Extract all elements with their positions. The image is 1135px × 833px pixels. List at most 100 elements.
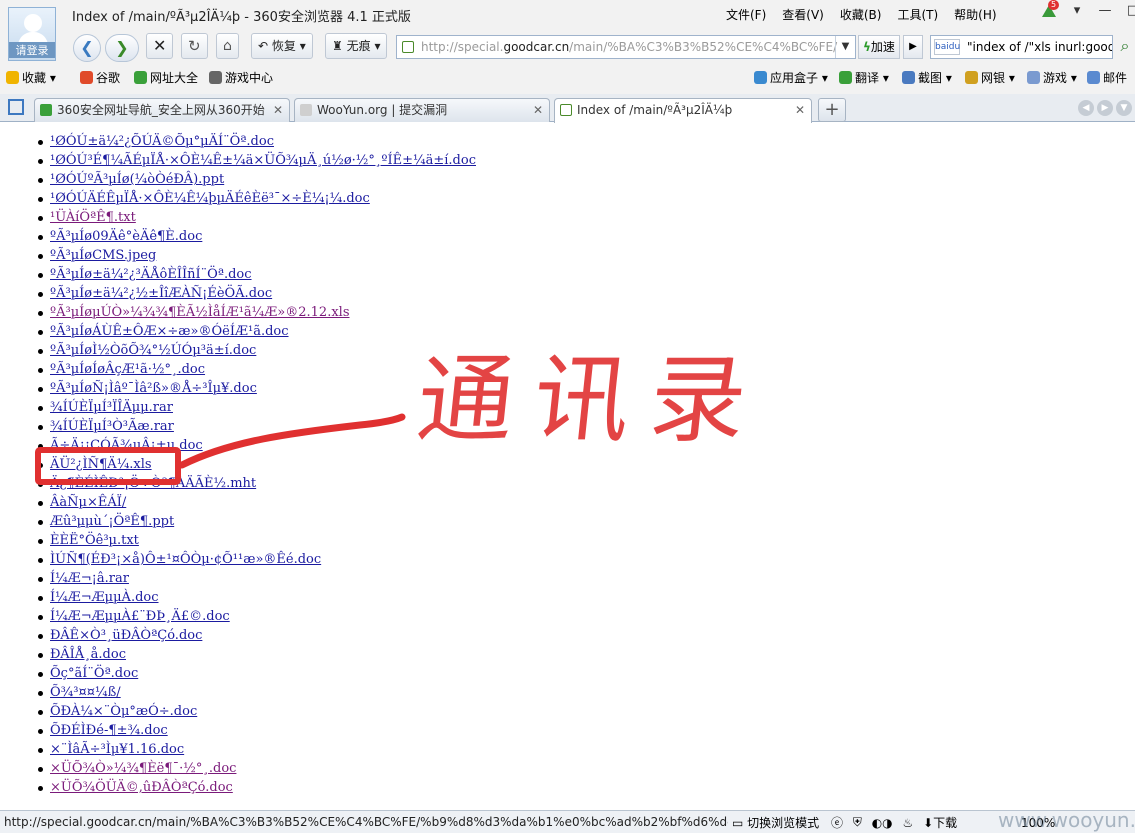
new-tab-button[interactable]: + xyxy=(818,98,846,122)
ie-icon[interactable]: ⓔ xyxy=(831,814,843,831)
file-link[interactable]: Ä¿¶ÈÉÌÊÐ³¡Ö÷Òª¶ÀÄÃÈ½.mht xyxy=(50,476,256,491)
file-link[interactable]: ÂàÑµ×ÊÁÏ/ xyxy=(50,495,126,510)
file-link[interactable]: ÕÐÉÌÐé-¶±¾.doc xyxy=(50,723,168,738)
skin-icon[interactable]: ▾ xyxy=(1068,3,1086,19)
back-button[interactable]: ❮ xyxy=(73,34,101,62)
file-link[interactable]: ¹ØÓÚ³É¶¼ÃÉµÏÅ·×ÔÈ¼Ê±¼ä×ÜÕ¾µÄ¸ú½ø·½°¸ºÍÊ±… xyxy=(50,153,476,168)
tab-close-icon[interactable]: ✕ xyxy=(273,99,283,121)
bell-icon[interactable]: ♨ xyxy=(902,816,913,830)
speed-button[interactable]: ϟ加速 xyxy=(858,35,900,59)
ebank-button[interactable]: 网银 ▾ xyxy=(965,69,1015,86)
tab-index-of[interactable]: Index of /main/ºÃ³µ2ÎÄ¼þ ✕ xyxy=(554,98,812,123)
games-button[interactable]: 游戏 ▾ xyxy=(1027,69,1077,86)
minimize-button[interactable]: — xyxy=(1096,3,1114,19)
menu-view[interactable]: 查看(V) xyxy=(782,6,824,23)
file-link[interactable]: ºÃ³µÍøÁÙÊ±ÔÆ×÷æ»®ÓëÍÆ¹ã.doc xyxy=(50,324,289,339)
forward-button[interactable]: ❯ xyxy=(105,34,139,62)
file-link[interactable]: ¾ÍÚÈÏµÍ³Ò³Ãæ.rar xyxy=(50,419,174,434)
shield-icon[interactable]: ⛨ xyxy=(853,815,862,830)
file-link[interactable]: Ã÷Ä¡¡ÇÓÃ¾µÂ¡±µ.doc xyxy=(50,438,203,453)
file-link[interactable]: ¹ØÓÚ±ä¼²¿ÕÚÄ©Õµ°µÄÍ¨Öª.doc xyxy=(50,134,274,149)
file-link[interactable]: ¹ÜÀíÖªÊ¶.txt xyxy=(50,210,136,225)
update-icon[interactable]: 5 xyxy=(1040,0,1060,19)
tab-left-icon[interactable]: ◀ xyxy=(1078,100,1094,116)
file-link[interactable]: ÌÚÑ¶(ÉÐ³¡×å)Ô±¹¤Ô­Òµ·¢Õ¹¹æ»®Êé.doc xyxy=(50,552,321,567)
tab-close-icon[interactable]: ✕ xyxy=(533,99,543,121)
tab-list-icon[interactable]: ▼ xyxy=(1116,100,1132,116)
list-item: ºÃ³µÍøCMS.jpeg xyxy=(36,246,476,265)
address-bar[interactable]: http://special.goodcar.cn/main/%BA%C3%B3… xyxy=(396,35,856,59)
menu-tools[interactable]: 工具(T) xyxy=(897,6,938,23)
file-link[interactable]: ÕÐÀ¼×¨Òµ°æÓ÷.doc xyxy=(50,704,197,719)
translate-icon xyxy=(839,71,852,84)
fav-game-center[interactable]: 游戏中心 xyxy=(209,69,273,86)
file-link[interactable]: ºÃ³µÍøµÚÒ»¼¾¾¶ÈÃ½ÌåÍÆ¹ã¼Æ»®2.12.xls xyxy=(50,305,350,320)
file-link[interactable]: ÐÂÊ×Ò³¸üÐÂÒªÇó.doc xyxy=(50,628,202,643)
file-link[interactable]: ¹ØÓÚºÃ³µÍø(¼òÒéÐÂ).ppt xyxy=(50,172,224,187)
tab-close-icon[interactable]: ✕ xyxy=(795,99,805,121)
stop-button[interactable]: ✕ xyxy=(146,33,174,59)
home-button[interactable]: ⌂ xyxy=(216,33,239,59)
file-link[interactable]: ÐÂÎÅ¸å.doc xyxy=(50,647,126,662)
file-link[interactable]: Õç°ãÍ¨Öª.doc xyxy=(50,666,138,681)
file-link[interactable]: ºÃ³µÍøCMS.jpeg xyxy=(50,248,156,263)
tab-wooyun[interactable]: WooYun.org | 提交漏洞 ✕ xyxy=(294,98,550,122)
file-link[interactable]: ÄÜ²¿ÌÑ¶Ä¼.xls xyxy=(50,457,152,472)
file-link[interactable]: ºÃ³µÍøÑ¡Ìâº¯Ìâ²ß»®Å÷³Îµ¥.doc xyxy=(50,381,257,396)
tab-360-nav[interactable]: 360安全网址导航_安全上网从360开始 ✕ xyxy=(34,98,290,122)
address-url[interactable]: http://special.goodcar.cn/main/%BA%C3%B3… xyxy=(421,40,837,54)
list-item: ºÃ³µÍøÍøÂçÆ¹ã·½°¸.doc xyxy=(36,360,476,379)
star-icon xyxy=(6,71,19,84)
fav-url-directory[interactable]: 网址大全 xyxy=(134,69,198,86)
download-button[interactable]: ⬇下载 xyxy=(923,814,957,831)
file-link[interactable]: Æû³µµù´¡ÖªÊ¶.ppt xyxy=(50,514,174,529)
login-avatar[interactable]: 请登录 xyxy=(8,7,56,61)
file-link[interactable]: ºÃ³µÍø09Äê°èÄê¶È.doc xyxy=(50,229,202,244)
list-item: ×ÜÕ¾Ò»¼¾¶Èë¶¯·½°¸.doc xyxy=(36,759,476,778)
mail-button[interactable]: 邮件 xyxy=(1087,69,1127,86)
list-item: ÐÂÊ×Ò³¸üÐÂÒªÇó.doc xyxy=(36,626,476,645)
search-input[interactable]: "index of /"xls inurl:goodc... xyxy=(967,40,1112,54)
menu-help[interactable]: 帮助(H) xyxy=(954,6,996,23)
file-link[interactable]: ÈÈË°Öê³µ.txt xyxy=(50,533,139,548)
file-link[interactable]: ºÃ³µÍøÌ½ÒõÕ¾°½ÚÓµ³ä±í.doc xyxy=(50,343,256,358)
file-link[interactable]: Õ¾³¤¤¼ß/ xyxy=(50,685,121,700)
search-icon[interactable]: ⌕ xyxy=(1115,35,1135,59)
list-item: ¹ØÓÚ±ä¼²¿ÕÚÄ©Õµ°µÄÍ¨Öª.doc xyxy=(36,132,476,151)
search-box[interactable]: baidu "index of /"xls inurl:goodc... xyxy=(930,35,1113,59)
file-link[interactable]: ºÃ³µÍøÍøÂçÆ¹ã·½°¸.doc xyxy=(50,362,205,377)
restore-button[interactable]: ↶ 恢复 ▾ xyxy=(251,33,313,59)
paw-icon[interactable]: baidu xyxy=(934,39,960,55)
refresh-button[interactable]: ↻ xyxy=(181,33,208,59)
file-link[interactable]: ¾ÍÚÈÏµÍ³ÏÎÄµµ.rar xyxy=(50,400,173,415)
list-item: Ä¿¶ÈÉÌÊÐ³¡Ö÷Òª¶ÀÄÃÈ½.mht xyxy=(36,474,476,493)
fav-google[interactable]: 谷歌 xyxy=(80,69,120,86)
browser-chrome: 请登录 Index of /main/ºÃ³µ2ÎÄ¼þ - 360安全浏览器 … xyxy=(0,0,1135,123)
app-box-button[interactable]: 应用盒子 ▾ xyxy=(754,69,828,86)
toggle-icon[interactable]: ◐◑ xyxy=(872,816,893,830)
menu-favorites[interactable]: 收藏(B) xyxy=(840,6,882,23)
login-label[interactable]: 请登录 xyxy=(9,42,55,58)
file-link[interactable]: Í¼Æ¬¡â.rar xyxy=(50,571,129,586)
sidebar-toggle-icon[interactable] xyxy=(8,99,24,115)
file-link[interactable]: ºÃ³µÍø±ä¼²¿³ÄÅôÈÎÎñÍ¨Öª.doc xyxy=(50,267,252,282)
menu-file[interactable]: 文件(F) xyxy=(726,6,766,23)
file-link[interactable]: ×¨ÌâÃ÷³Ìµ¥1.16.doc xyxy=(50,742,184,757)
switch-mode-button[interactable]: ▭ 切换浏览模式 xyxy=(732,814,819,831)
file-link[interactable]: ¹ØÓÚÄÉÊµÏÅ·×ÔÈ¼Ê¼þµÄÉêÈë³¯×÷È¼¡¼.doc xyxy=(50,191,370,206)
translate-button[interactable]: 翻译 ▾ xyxy=(839,69,889,86)
file-link[interactable]: ×ÜÕ¾Ò»¼¾¶Èë¶¯·½°¸.doc xyxy=(50,761,236,776)
notrace-button[interactable]: ♜ 无痕 ▾ xyxy=(325,33,388,59)
file-link[interactable]: Í¼Æ¬ÆµµÀ£¨ÐÞ¸Ä£©.doc xyxy=(50,609,230,624)
address-dropdown-icon[interactable]: ▼ xyxy=(835,36,855,58)
maximize-button[interactable]: □ xyxy=(1124,3,1135,19)
screenshot-button[interactable]: 截图 ▾ xyxy=(902,69,952,86)
favorites-menu[interactable]: 收藏 ▾ xyxy=(6,69,56,86)
file-link[interactable]: Í¼Æ¬ÆµµÀ.doc xyxy=(50,590,159,605)
tab-right-icon[interactable]: ▶ xyxy=(1097,100,1113,116)
file-link[interactable]: ºÃ³µÍø±ä¼²¿½±ÎîÆÀÑ¡ÉèÖÃ.doc xyxy=(50,286,272,301)
go-button[interactable]: ▶ xyxy=(903,35,923,59)
file-link[interactable]: ×ÜÕ¾ÖÜÄ©,ûÐÂÒªÇó.doc xyxy=(50,780,233,795)
tab-favicon xyxy=(40,104,52,116)
restore-label: 恢复 xyxy=(271,39,296,53)
